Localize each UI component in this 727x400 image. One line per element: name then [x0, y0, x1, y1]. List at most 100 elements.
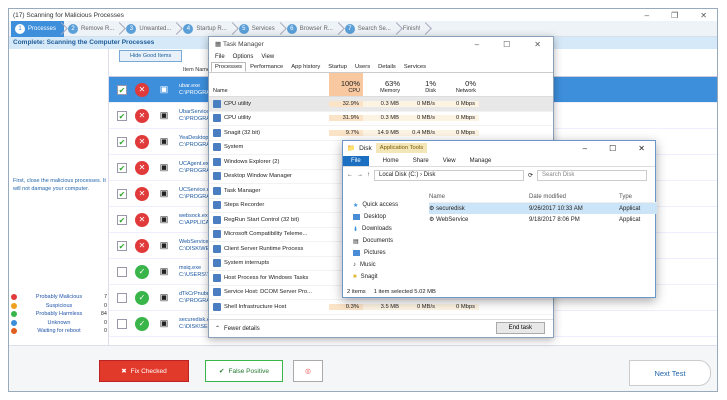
network-column[interactable]: 0% Network	[439, 73, 479, 96]
step-browser[interactable]: 6 Browser R...	[283, 21, 341, 37]
stats-list: Probably Malicious 7 Suspicious 0 Probably…	[11, 293, 107, 336]
next-test-button[interactable]: Next Test	[629, 360, 711, 386]
tab-details[interactable]: Details	[374, 62, 400, 72]
file-row[interactable]: ⚙ WebService 9/18/2017 8:06 PM Applicat	[429, 214, 657, 225]
application-tools-tab[interactable]: Application Tools	[375, 143, 428, 153]
process-name: websock.exe	[179, 212, 211, 219]
stat-unknown: Unknown 0	[11, 319, 107, 328]
exe-icon: ⚙	[429, 206, 435, 212]
folder-icon: 📁	[347, 145, 356, 152]
reboot-icon	[11, 328, 17, 335]
malicious-icon: ✕	[135, 238, 149, 253]
nav-downloads[interactable]: ⬇ Downloads	[343, 223, 425, 235]
disk-column[interactable]: 1% Disk	[403, 73, 439, 96]
process-icon	[213, 114, 221, 123]
col-date[interactable]: Date modified	[529, 194, 619, 200]
menu-view[interactable]: View	[261, 54, 274, 60]
row-checkbox[interactable]: ✔	[117, 136, 127, 147]
minimize-icon[interactable]: –	[645, 11, 649, 20]
ribbon-view[interactable]: View	[443, 158, 456, 164]
row-checkbox[interactable]: ✔	[117, 110, 127, 121]
process-row[interactable]: Snagit (32 bit) 9.7% 14.9 MB 0.4 MB/s 0 Mbps	[209, 126, 553, 141]
up-icon[interactable]: ↑	[367, 172, 370, 178]
row-checkbox[interactable]: ✔	[117, 188, 127, 199]
malicious-icon	[11, 294, 17, 301]
forward-icon[interactable]: →	[357, 172, 363, 178]
back-icon[interactable]: ←	[347, 172, 353, 178]
ribbon-manage[interactable]: Manage	[470, 158, 492, 164]
close-icon[interactable]: ✕	[534, 40, 541, 49]
name-column[interactable]: Name	[213, 88, 228, 94]
program-icon: ▣	[159, 162, 169, 172]
process-icon	[213, 215, 221, 224]
minimize-icon[interactable]: –	[583, 144, 587, 153]
end-task-button[interactable]: End task	[495, 322, 545, 334]
tab-performance[interactable]: Performance	[246, 62, 287, 72]
address-bar[interactable]: Local Disk (C:) › Disk	[374, 169, 524, 181]
tab-startup[interactable]: Startup	[324, 62, 351, 72]
step-unwanted[interactable]: 3 Unwanted...	[122, 21, 179, 37]
tab-processes[interactable]: Processes	[211, 62, 247, 72]
fix-checked-button[interactable]: ✖ Fix Checked	[99, 360, 189, 382]
nav-music[interactable]: ♪ Music	[343, 259, 425, 271]
step-search[interactable]: 7 Search Se...	[341, 21, 399, 37]
row-checkbox[interactable]: ✔	[117, 240, 127, 251]
download-icon: ⬇	[353, 226, 359, 233]
nav-desktop[interactable]: Desktop	[343, 211, 425, 223]
row-checkbox[interactable]: ✔	[117, 214, 127, 225]
row-checkbox[interactable]	[117, 292, 127, 303]
process-row[interactable]: Shell Infrastructure Host 0.3% 3.5 MB 0 MB/…	[209, 300, 553, 315]
step-finish[interactable]: Finish!	[399, 21, 429, 37]
step-services[interactable]: 5 Services	[235, 21, 283, 37]
col-type[interactable]: Type	[619, 194, 632, 200]
nav-documents[interactable]: ▤ Documents	[343, 235, 425, 247]
row-checkbox[interactable]	[117, 318, 127, 329]
file-list: Name Date modified Type ⚙ securedisk 9/26/2…	[429, 191, 657, 225]
process-row[interactable]: CPU utility 32.9% 0.3 MB 0 MB/s 0 Mbps	[209, 97, 553, 112]
nav-pictures[interactable]: Pictures	[343, 247, 425, 259]
menu-options[interactable]: Options	[233, 54, 254, 60]
ribbon-share[interactable]: Share	[413, 158, 429, 164]
cpu-column[interactable]: 100% CPU	[329, 73, 363, 96]
process-icon	[213, 230, 221, 239]
app-title: (17) Scanning for Malicious Processes	[13, 11, 124, 19]
document-icon: ▤	[353, 238, 359, 245]
maximize-icon[interactable]: ☐	[609, 144, 616, 153]
tab-app-history[interactable]: App history	[287, 62, 324, 72]
tab-services[interactable]: Services	[400, 62, 430, 72]
step-processes[interactable]: 1 Processes	[11, 20, 65, 37]
ribbon-file[interactable]: File	[343, 155, 369, 166]
item-name-header[interactable]: Item Name	[183, 67, 210, 73]
restore-icon[interactable]: ❐	[671, 11, 678, 20]
step-startup[interactable]: 4 Startup R...	[179, 21, 234, 37]
tab-users[interactable]: Users	[351, 62, 374, 72]
row-checkbox[interactable]	[117, 266, 127, 277]
close-icon[interactable]: ✕	[638, 144, 645, 153]
col-name[interactable]: Name	[429, 194, 529, 200]
stat-malicious: Probably Malicious 7	[11, 293, 107, 302]
false-positive-button[interactable]: ✔ False Positive	[205, 360, 283, 382]
maximize-icon[interactable]: ☐	[503, 40, 510, 49]
program-icon: ▣	[159, 266, 169, 276]
menu-file[interactable]: File	[215, 54, 225, 60]
step-remove[interactable]: 2 Remove R...	[64, 21, 122, 37]
process-row[interactable]: CPU utility 31.9% 0.3 MB 0 MB/s 0 Mbps	[209, 112, 553, 126]
nav-snagit[interactable]: ■ Snagit	[343, 271, 425, 283]
program-icon: ▣	[159, 136, 169, 146]
instruction-text: First, close the malicious processes. It…	[13, 178, 106, 192]
nav-quick-access[interactable]: ★ Quick access	[343, 199, 425, 211]
close-icon[interactable]: ✕	[700, 11, 707, 20]
fewer-details-link[interactable]: Fewer details	[224, 326, 260, 332]
minimize-icon[interactable]: –	[475, 40, 479, 49]
ribbon-home[interactable]: Home	[383, 158, 399, 164]
file-row[interactable]: ⚙ securedisk 9/26/2017 10:33 AM Applicat	[429, 203, 657, 214]
help-button[interactable]: ◎	[293, 360, 323, 382]
navigation-pane: ★ Quick access Desktop ⬇ Downloads ▤ Docume…	[343, 199, 425, 283]
search-input[interactable]: Search Disk	[537, 169, 648, 181]
row-checkbox[interactable]: ✔	[117, 162, 127, 173]
refresh-icon[interactable]: ⟳	[528, 172, 533, 179]
row-checkbox[interactable]: ✔	[117, 84, 127, 95]
shield-check-icon: ✔	[219, 368, 225, 375]
hide-good-items-button[interactable]: Hide Good Items	[119, 50, 183, 62]
memory-column[interactable]: 63% Memory	[363, 73, 403, 96]
